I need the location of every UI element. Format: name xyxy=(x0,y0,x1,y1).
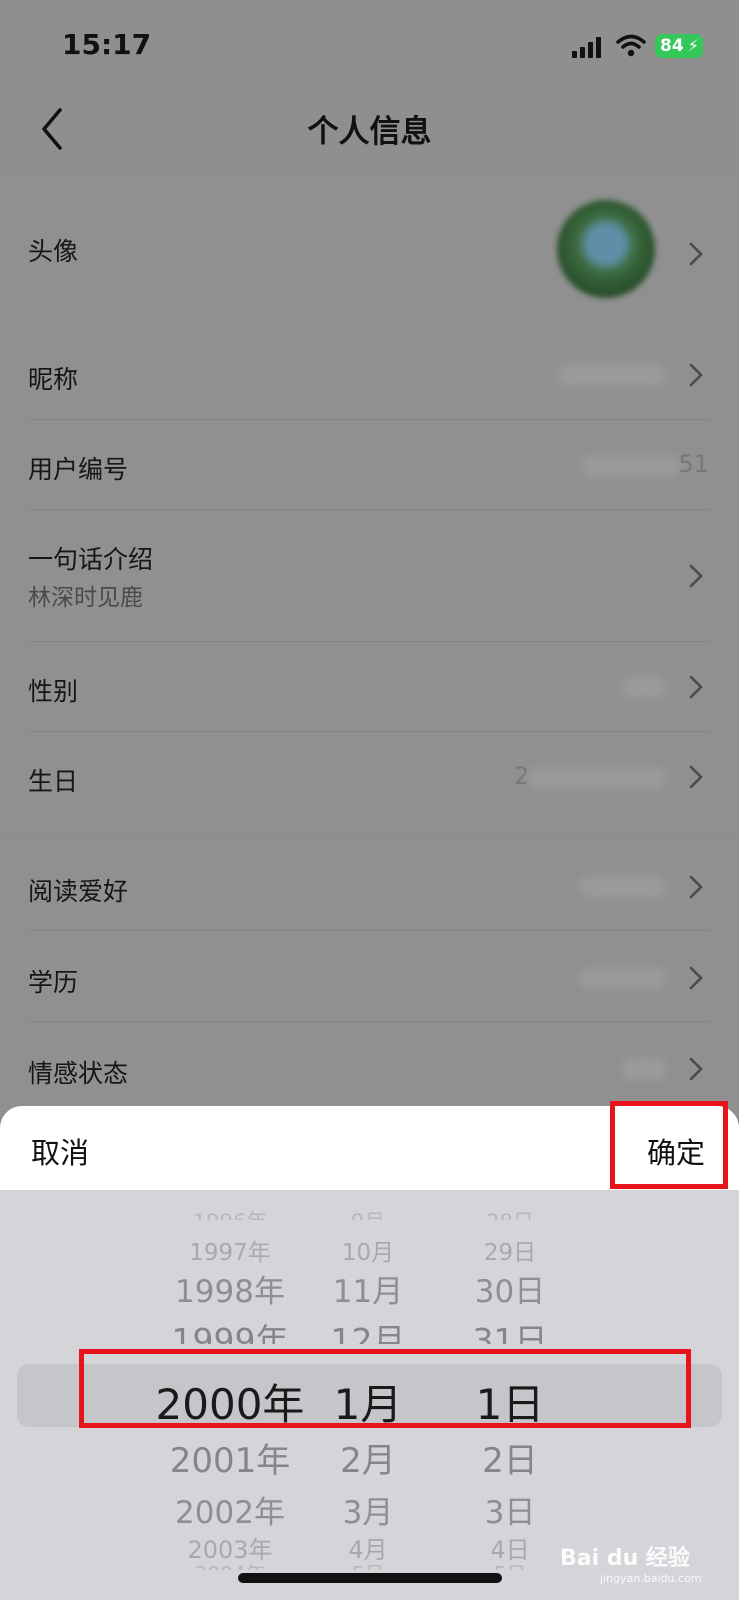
month-option[interactable]: 9月 xyxy=(318,1206,418,1220)
cancel-button[interactable]: 取消 xyxy=(31,1130,89,1172)
chevron-right-icon xyxy=(689,564,703,588)
chevron-right-icon xyxy=(689,1057,703,1081)
education-label: 学历 xyxy=(28,968,79,997)
year-option[interactable]: 1999年 xyxy=(120,1314,340,1344)
month-option[interactable]: 5月 xyxy=(318,1558,418,1570)
year-option[interactable]: 2001年 xyxy=(120,1433,340,1482)
watermark-logo: Bai du 经验 xyxy=(560,1546,690,1571)
chevron-right-icon xyxy=(689,875,703,899)
day-option[interactable]: 28日 xyxy=(460,1206,560,1220)
day-option[interactable]: 2日 xyxy=(460,1433,560,1482)
avatar-row[interactable]: 头像 xyxy=(28,178,711,330)
reading-hobby-row[interactable]: 阅读爱好 xyxy=(28,840,711,931)
chevron-right-icon xyxy=(689,765,703,789)
chevron-right-icon xyxy=(689,966,703,990)
day-option[interactable]: 31日 xyxy=(460,1314,560,1344)
month-option[interactable]: 3月 xyxy=(318,1487,418,1532)
relationship-status-value-blurred xyxy=(621,1058,667,1080)
month-option[interactable]: 2月 xyxy=(318,1433,418,1482)
relationship-status-row[interactable]: 情感状态 xyxy=(28,1022,711,1110)
year-option[interactable]: 1996年 xyxy=(120,1206,340,1220)
birthday-label: 生日 xyxy=(28,767,79,796)
screen: 15:17 84 ⚡ 个人信息 头像 昵称 用户编号 51 一句话介绍 林深时见… xyxy=(0,0,739,1600)
month-option[interactable]: 11月 xyxy=(318,1266,418,1311)
day-option[interactable]: 30日 xyxy=(460,1266,560,1311)
nav-bar: 个人信息 xyxy=(0,90,739,170)
chevron-right-icon xyxy=(689,363,703,387)
avatar-section: 头像 xyxy=(0,178,739,330)
battery-level: 84 xyxy=(660,36,684,56)
user-id-row: 用户编号 51 xyxy=(28,420,711,510)
month-option[interactable]: 12月 xyxy=(318,1314,418,1344)
status-time: 15:17 xyxy=(62,28,152,61)
chevron-right-icon xyxy=(689,242,703,266)
day-option[interactable]: 3日 xyxy=(460,1487,560,1532)
more-info-section: 阅读爱好 学历 情感状态 xyxy=(0,840,739,1110)
chevron-right-icon xyxy=(689,675,703,699)
cellular-signal-icon xyxy=(572,36,602,58)
home-indicator[interactable] xyxy=(238,1573,502,1583)
charging-bolt-icon: ⚡ xyxy=(687,36,699,55)
reading-hobby-value-blurred xyxy=(579,876,667,898)
user-id-value-blurred xyxy=(581,455,681,477)
bio-value: 林深时见鹿 xyxy=(28,585,143,611)
nickname-label: 昵称 xyxy=(28,365,79,394)
reading-hobby-label: 阅读爱好 xyxy=(28,877,129,906)
status-bar: 15:17 84 ⚡ xyxy=(0,0,739,90)
education-value-blurred xyxy=(579,967,667,989)
user-id-label: 用户编号 xyxy=(28,455,129,484)
battery-icon: 84 ⚡ xyxy=(655,34,703,58)
education-row[interactable]: 学历 xyxy=(28,931,711,1022)
user-id-value-tail: 51 xyxy=(678,450,709,478)
watermark-url: jingyan.baidu.com xyxy=(600,1572,702,1585)
selection-highlight-box xyxy=(79,1349,691,1428)
birthday-row[interactable]: 生日 2 xyxy=(28,732,711,828)
birthday-value-blurred xyxy=(527,767,667,789)
bio-row[interactable]: 一句话介绍 林深时见鹿 xyxy=(28,510,711,642)
gender-value-blurred xyxy=(621,676,667,698)
bio-label: 一句话介绍 xyxy=(28,545,154,574)
day-option[interactable]: 29日 xyxy=(460,1233,560,1267)
confirm-highlight-box xyxy=(610,1101,728,1189)
gender-label: 性别 xyxy=(28,677,79,706)
day-option[interactable]: 5日 xyxy=(460,1558,560,1570)
wifi-icon xyxy=(616,34,646,57)
year-option[interactable]: 2002年 xyxy=(120,1487,340,1532)
avatar-label: 头像 xyxy=(28,237,79,266)
basic-info-section: 昵称 用户编号 51 一句话介绍 林深时见鹿 性别 生日 2 xyxy=(0,330,739,828)
page-title: 个人信息 xyxy=(307,114,432,150)
month-option[interactable]: 10月 xyxy=(318,1233,418,1267)
gender-row[interactable]: 性别 xyxy=(28,642,711,732)
relationship-status-label: 情感状态 xyxy=(28,1059,129,1088)
nickname-row[interactable]: 昵称 xyxy=(28,330,711,420)
nickname-value-blurred xyxy=(557,364,667,386)
year-option[interactable]: 1998年 xyxy=(120,1266,340,1311)
year-option[interactable]: 1997年 xyxy=(120,1233,340,1267)
avatar xyxy=(557,200,655,298)
year-option[interactable]: 2004年 xyxy=(120,1558,340,1570)
